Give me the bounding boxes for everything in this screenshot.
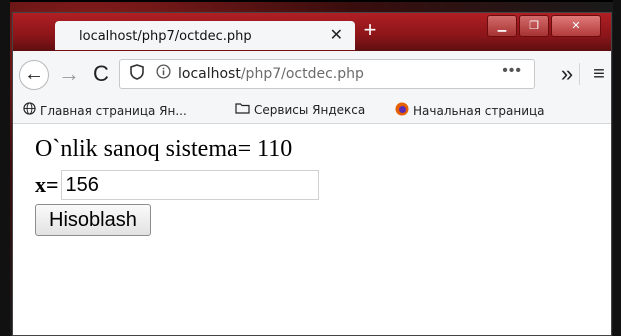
shield-icon[interactable] [130,64,144,84]
url-bar[interactable]: localhost/php7/octdec.php ••• [119,59,535,89]
page-actions-icon[interactable]: ••• [502,62,522,80]
globe-icon [23,102,36,119]
x-input[interactable] [60,170,319,200]
bookmark-label: Главная страница Ян... [40,103,187,118]
window-controls: ▁ ❐ ✕ [487,15,601,37]
frame-top-edge [0,0,621,2]
folder-icon [235,102,250,118]
url-text: localhost/php7/octdec.php [178,66,364,82]
hisoblash-button[interactable]: Hisoblash [35,204,151,236]
frame-left-edge [0,0,10,336]
tab-bar: localhost/php7/octdec.php ✕ + ▁ ❐ ✕ [13,13,611,51]
tab-title: localhost/php7/octdec.php [79,29,252,44]
back-arrow-icon[interactable]: ← [19,60,49,90]
frame-right-edge [613,0,621,336]
tab-close-icon[interactable]: ✕ [330,25,343,45]
bookmark-item-yandex-services[interactable]: Сервисы Яндекса [235,102,365,118]
forward-arrow-icon[interactable]: → [55,60,83,88]
hamburger-menu-icon[interactable]: ≡ [585,60,611,88]
maximize-icon[interactable]: ❐ [519,15,549,37]
x-input-label: x= [35,172,59,197]
url-path: /php7/octdec.php [240,66,364,82]
browser-window: localhost/php7/octdec.php ✕ + ▁ ❐ ✕ ← → … [12,12,612,336]
result-text: O`nlik sanoq sistema= 110 [35,136,293,162]
navigation-toolbar: ← → C localhost/php7/octdec.php ••• » ≡ [13,51,611,98]
reload-icon[interactable]: C [87,60,115,88]
url-host: localhost [178,66,241,82]
bookmarks-toolbar: Главная страница Ян... Сервисы Яндекса Н… [13,97,611,124]
page-content: O`nlik sanoq sistema= 110 x= Hisoblash [13,124,611,335]
window-close-icon[interactable]: ✕ [551,15,601,37]
toolbar-separator [579,63,580,85]
minimize-icon[interactable]: ▁ [487,15,517,37]
bookmark-label: Сервисы Яндекса [254,103,366,117]
tab-active[interactable]: localhost/php7/octdec.php ✕ [55,21,355,51]
firefox-icon [395,102,409,120]
bookmark-item-start-page[interactable]: Начальная страница [395,102,545,120]
bookmark-label: Начальная страница [413,104,545,118]
bookmark-item-yandex-home[interactable]: Главная страница Ян... [23,102,187,119]
overflow-chevron-icon[interactable]: » [553,60,581,88]
info-icon[interactable] [156,64,171,83]
new-tab-plus-icon[interactable]: + [359,19,381,41]
input-row: x= [35,170,319,200]
